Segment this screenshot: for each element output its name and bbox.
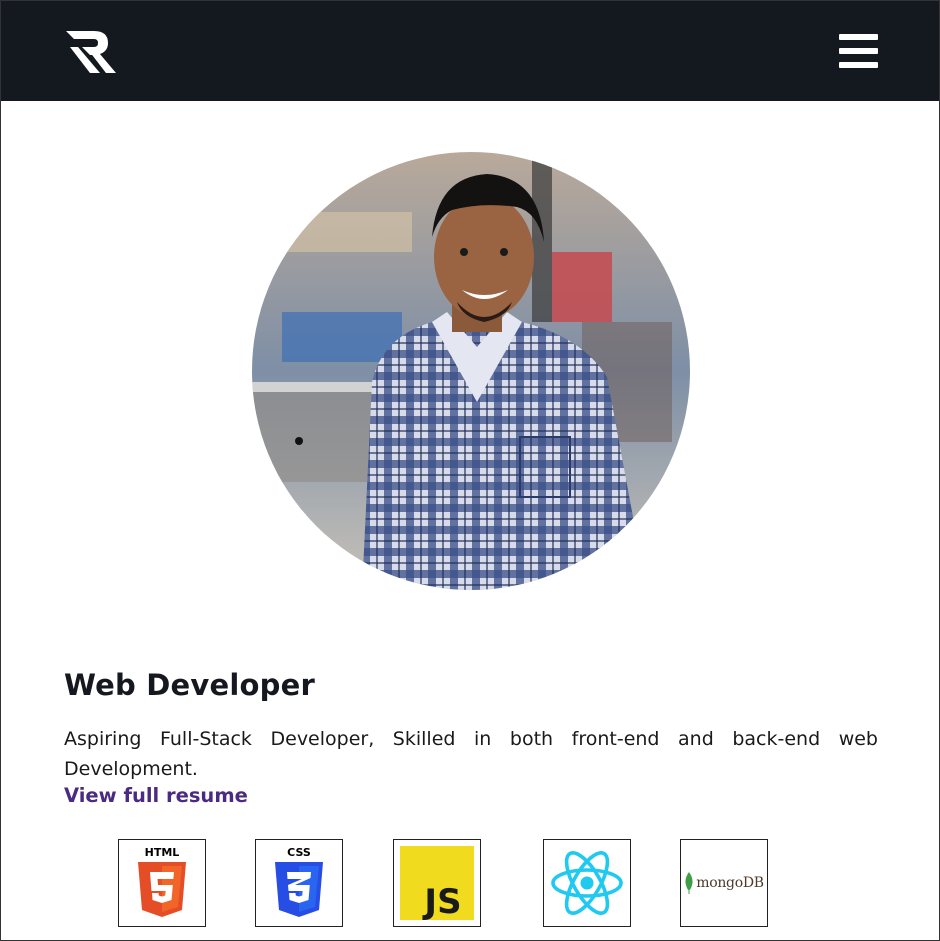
html5-logo-icon: HTML bbox=[118, 839, 206, 927]
mongodb-leaf-icon bbox=[685, 872, 693, 894]
javascript-logo-label: JS bbox=[422, 882, 461, 920]
page-title: Web Developer bbox=[64, 668, 315, 702]
css3-logo-label: CSS bbox=[287, 846, 311, 859]
react-logo-icon bbox=[543, 839, 631, 927]
javascript-logo-icon: JS bbox=[393, 839, 481, 927]
mongodb-logo-label: mongoDB bbox=[696, 875, 764, 891]
hamburger-menu-icon[interactable] bbox=[837, 31, 881, 71]
r-logo-icon[interactable] bbox=[64, 27, 116, 75]
mongodb-logo-icon: mongoDB bbox=[680, 839, 768, 927]
navbar bbox=[1, 1, 939, 101]
html5-logo-label: HTML bbox=[145, 846, 180, 859]
hero-description: Aspiring Full-Stack Developer, Skilled i… bbox=[64, 728, 878, 780]
css3-logo-icon: CSS bbox=[255, 839, 343, 927]
view-resume-link[interactable]: View full resume bbox=[64, 784, 248, 807]
profile-photo bbox=[252, 152, 690, 590]
